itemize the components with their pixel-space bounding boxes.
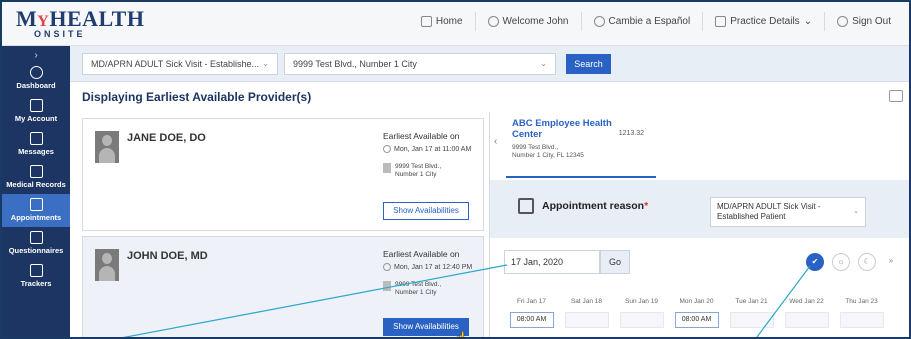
app-frame: MYHEALTH ONSITE Home Welcome John Cambie… — [0, 0, 911, 339]
records-icon — [29, 165, 43, 178]
nav-practice-details[interactable]: Practice Details ⌄ — [702, 12, 824, 31]
logo[interactable]: MYHEALTH ONSITE — [16, 6, 144, 39]
provider-name: JOHN DOE, MD — [127, 250, 208, 262]
title-row: Displaying Earliest Available Provider(s… — [70, 82, 909, 112]
sidebar-expand-icon[interactable]: › — [2, 46, 70, 62]
clock-icon — [383, 263, 391, 271]
calendar-icon — [29, 198, 43, 211]
day-header: Sat Jan 18 — [570, 298, 603, 305]
sidebar-item-messages[interactable]: Messages — [2, 128, 70, 161]
top-nav: Home Welcome John Cambie a Español Pract… — [409, 12, 903, 31]
location-number: 1213.32 — [618, 130, 644, 137]
day-headers: Fri Jan 17 Sat Jan 18 Sun Jan 19 Mon Jan… — [504, 298, 904, 305]
filter-settings-icon[interactable] — [889, 90, 903, 102]
chart-icon — [29, 264, 43, 277]
home-icon — [420, 16, 432, 27]
provider-address: 9999 Test Blvd., Number 1 City — [383, 163, 441, 179]
location-card[interactable]: ABC Employee Health Center 1213.32 9999 … — [506, 112, 656, 178]
user-icon — [487, 16, 499, 27]
time-slots: 08:00 AM 08:00 AM — [504, 312, 904, 330]
earliest-available-date: Mon, Jan 17 at 11:00 AM — [383, 145, 471, 153]
appointment-reason-label: Appointment reason* — [542, 200, 649, 212]
nav-sign-out[interactable]: Sign Out — [824, 12, 903, 31]
nav-welcome[interactable]: Welcome John — [474, 12, 581, 31]
provider-card[interactable]: JANE DOE, DO Earliest Available on Mon, … — [82, 118, 484, 231]
envelope-icon — [29, 132, 43, 145]
time-slot-empty — [724, 312, 779, 330]
provider-card[interactable]: JOHN DOE, MD Earliest Available on Mon, … — [82, 236, 484, 339]
provider-address: 9999 Test Blvd., Number 1 City — [383, 281, 441, 297]
calendar-icon — [518, 198, 534, 214]
filter-bar: MD/APRN ADULT Sick Visit - Establishe...… — [70, 46, 909, 82]
search-button[interactable]: Search — [566, 54, 611, 74]
appointment-reason-bar: Appointment reason* MD/APRN ADULT Sick V… — [490, 180, 909, 238]
location-address: 9999 Test Blvd., Number 1 City, FL 12345 — [512, 144, 584, 159]
sidebar-item-medical-records[interactable]: Medical Records — [2, 161, 70, 194]
account-icon — [29, 99, 43, 112]
globe-icon — [593, 16, 605, 27]
time-slot[interactable]: 08:00 AM — [669, 312, 724, 330]
provider-list: JANE DOE, DO Earliest Available on Mon, … — [70, 112, 490, 339]
sidebar-item-questionnaires[interactable]: Questionnaires — [2, 227, 70, 260]
chevron-right-icon[interactable]: » — [882, 253, 900, 271]
building-icon — [383, 281, 391, 291]
top-bar: MYHEALTH ONSITE Home Welcome John Cambie… — [2, 2, 909, 46]
day-header: Mon Jan 20 — [679, 298, 714, 305]
appointment-reason-select[interactable]: MD/APRN ADULT Sick Visit - Established P… — [710, 197, 866, 227]
power-icon — [837, 16, 849, 27]
day-header: Thu Jan 23 — [845, 298, 878, 305]
day-header: Tue Jan 21 — [735, 298, 768, 305]
clock-icon — [383, 145, 391, 153]
sidebar-item-appointments[interactable]: Appointments — [2, 194, 70, 227]
location-name: ABC Employee Health Center — [512, 118, 612, 140]
visit-type-select[interactable]: MD/APRN ADULT Sick Visit - Establishe...… — [82, 53, 278, 75]
day-header: Fri Jan 17 — [517, 298, 546, 305]
show-availabilities-button[interactable]: Show Availabilities — [383, 202, 469, 220]
time-slot-empty — [614, 312, 669, 330]
chevron-down-icon: ⌄ — [540, 59, 547, 68]
hand-cursor-icon: ☝ — [453, 331, 468, 339]
earliest-available-date: Mon, Jan 17 at 12:40 PM — [383, 263, 472, 271]
go-button[interactable]: Go — [600, 250, 630, 274]
dashboard-icon — [29, 66, 43, 79]
avatar — [95, 249, 119, 281]
page-title: Displaying Earliest Available Provider(s… — [82, 90, 312, 104]
sidebar-item-dashboard[interactable]: Dashboard — [2, 62, 70, 95]
location-select[interactable]: 9999 Test Blvd., Number 1 City ⌄ — [284, 53, 556, 75]
moon-icon[interactable]: ☾ — [858, 253, 876, 271]
provider-name: JANE DOE, DO — [127, 132, 206, 144]
nav-home[interactable]: Home — [409, 12, 475, 31]
earliest-available-label: Earliest Available on — [383, 249, 460, 259]
day-header: Wed Jan 22 — [789, 298, 824, 305]
sidebar-item-my-account[interactable]: My Account — [2, 95, 70, 128]
check-icon[interactable]: ✔ — [806, 253, 824, 271]
earliest-available-label: Earliest Available on — [383, 131, 460, 141]
sidebar-item-trackers[interactable]: Trackers — [2, 260, 70, 293]
chevron-left-icon[interactable]: ‹ — [494, 136, 497, 147]
chevron-down-icon: ⌄ — [853, 208, 859, 215]
building-icon — [383, 163, 391, 173]
chevron-down-icon: ⌄ — [262, 59, 269, 68]
questionnaire-icon — [29, 231, 43, 244]
sidebar: › Dashboard My Account Messages Medical … — [2, 46, 70, 337]
sun-icon[interactable]: ☼ — [832, 253, 850, 271]
avatar — [95, 131, 119, 163]
location-panel: ‹ ABC Employee Health Center 1213.32 999… — [490, 112, 909, 337]
plus-icon — [715, 16, 727, 27]
time-slot[interactable]: 08:00 AM — [504, 312, 559, 330]
time-slot-empty — [779, 312, 834, 330]
time-slot-empty — [559, 312, 614, 330]
time-slot-empty — [834, 312, 889, 330]
chevron-down-icon: ⌄ — [803, 16, 813, 27]
date-input[interactable]: 17 Jan, 2020 — [504, 250, 600, 274]
day-header: Sun Jan 19 — [625, 298, 658, 305]
nav-language[interactable]: Cambie a Español — [580, 12, 703, 31]
